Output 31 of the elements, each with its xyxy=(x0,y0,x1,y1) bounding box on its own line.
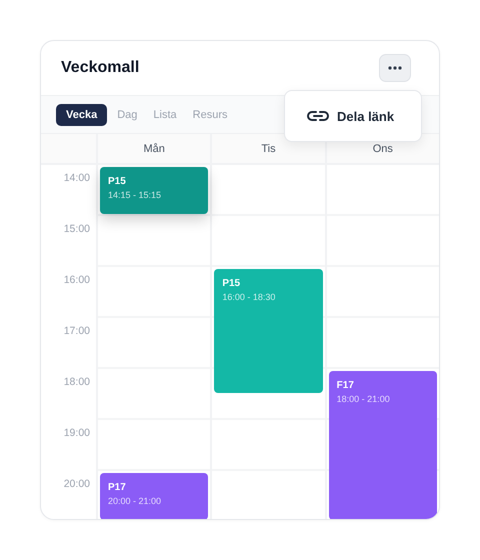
day-header: Ons xyxy=(372,142,393,154)
day-header: Mån xyxy=(143,142,165,154)
view-tab[interactable]: Vecka xyxy=(56,104,108,126)
time-label: 19:00 xyxy=(64,427,90,439)
event-title: F17 xyxy=(336,380,354,391)
view-tab[interactable]: Lista xyxy=(147,104,183,126)
link-icon xyxy=(307,110,329,122)
time-label: 18:00 xyxy=(64,376,90,388)
event-title: P15 xyxy=(222,278,240,289)
view-tab[interactable]: Dag xyxy=(111,104,144,126)
view-tab[interactable]: Resurs xyxy=(186,104,234,126)
more-icon xyxy=(388,66,402,70)
day-header: Tis xyxy=(261,142,276,154)
time-label: 15:00 xyxy=(64,223,90,235)
event-time: 20:00 - 21:00 xyxy=(108,496,162,506)
time-label: 20:00 xyxy=(64,478,90,490)
event-title: P17 xyxy=(108,482,126,493)
event-block[interactable]: F17 18:00 - 21:00 xyxy=(328,371,437,519)
event-block[interactable]: P15 16:00 - 18:30 xyxy=(214,269,323,392)
menu-item[interactable]: Dela länk xyxy=(285,108,421,124)
event-time: 14:15 - 15:15 xyxy=(108,190,162,200)
more-button[interactable] xyxy=(379,54,411,82)
card-title: Veckomall xyxy=(61,59,140,77)
time-label: 17:00 xyxy=(64,325,90,337)
time-label: 16:00 xyxy=(64,274,90,286)
event-title: P15 xyxy=(108,176,126,187)
time-label: 14:00 xyxy=(64,172,90,184)
event-time: 18:00 - 21:00 xyxy=(336,394,390,404)
event-block[interactable]: P17 20:00 - 21:00 xyxy=(100,473,208,519)
event-block[interactable]: P15 14:15 - 15:15 xyxy=(100,167,208,214)
event-time: 16:00 - 18:30 xyxy=(222,292,276,302)
